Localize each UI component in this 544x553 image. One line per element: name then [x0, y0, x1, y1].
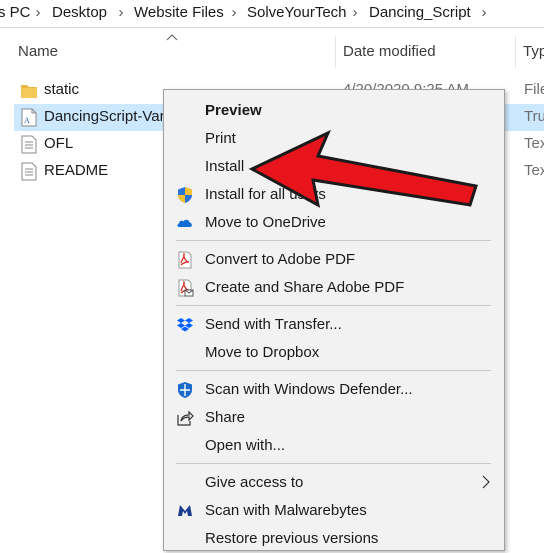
menu-item-send-with-transfer[interactable]: Send with Transfer... — [164, 311, 504, 339]
menu-item-label: Scan with Malwarebytes — [205, 502, 367, 519]
text-file-icon — [21, 135, 37, 154]
menu-item-open-with[interactable]: Open with... — [164, 432, 504, 460]
menu-item-create-share-adobe-pdf[interactable]: Create and Share Adobe PDF — [164, 274, 504, 302]
column-divider[interactable] — [335, 36, 336, 68]
file-name: README — [44, 162, 109, 179]
menu-item-move-to-dropbox[interactable]: Move to Dropbox — [164, 339, 504, 367]
breadcrumb-separator[interactable]: › — [31, 4, 45, 21]
menu-item-print[interactable]: Print — [164, 125, 504, 153]
file-name: OFL — [44, 135, 74, 152]
menu-item-label: Open with... — [205, 437, 286, 454]
malwarebytes-icon — [178, 505, 192, 516]
breadcrumb-dancing-script[interactable]: Dancing_Script — [369, 4, 471, 21]
menu-item-label: Create and Share Adobe PDF — [205, 279, 405, 296]
menu-item-install-all-users[interactable]: Install for all users — [164, 181, 504, 209]
uac-shield-icon — [178, 187, 192, 203]
breadcrumb-separator[interactable]: › — [227, 4, 241, 21]
menu-item-preview[interactable]: Preview — [164, 97, 504, 125]
menu-item-label: Restore previous versions — [205, 530, 379, 547]
breadcrumb-separator[interactable]: › — [114, 4, 128, 21]
address-bar[interactable]: s PC › Desktop › Website Files › SolveYo… — [0, 0, 544, 28]
dropbox-icon — [177, 318, 193, 332]
menu-item-label: Send with Transfer... — [205, 316, 342, 333]
windows-defender-icon — [178, 382, 192, 398]
onedrive-icon — [177, 219, 192, 227]
file-type: Tex — [524, 162, 544, 179]
share-icon — [177, 410, 194, 426]
menu-item-label: Move to Dropbox — [205, 344, 320, 361]
file-type: File — [524, 81, 544, 98]
menu-item-label: Print — [205, 130, 236, 147]
breadcrumb-solveyourtech[interactable]: SolveYourTech — [247, 4, 347, 21]
chevron-right-icon — [482, 475, 490, 489]
adobe-pdf-icon — [178, 251, 192, 269]
breadcrumb-this-pc[interactable]: s PC — [0, 4, 31, 21]
menu-item-label: Install for all users — [205, 186, 326, 203]
menu-item-label: Install — [205, 158, 245, 175]
menu-separator — [176, 370, 491, 371]
folder-icon — [21, 85, 37, 98]
menu-separator — [176, 463, 491, 464]
breadcrumb-separator[interactable]: › — [348, 4, 362, 21]
menu-item-share[interactable]: Share — [164, 404, 504, 432]
menu-item-install[interactable]: Install — [164, 153, 504, 181]
menu-item-label: Share — [205, 409, 246, 426]
menu-item-give-access-to[interactable]: Give access to — [164, 469, 504, 497]
sort-ascending-icon — [166, 34, 178, 41]
menu-item-label: Convert to Adobe PDF — [205, 251, 356, 268]
column-header-type[interactable]: Typ — [523, 43, 544, 60]
column-divider[interactable] — [515, 36, 516, 68]
breadcrumb-separator[interactable]: › — [477, 4, 491, 21]
menu-separator — [176, 240, 491, 241]
menu-item-scan-malwarebytes[interactable]: Scan with Malwarebytes — [164, 497, 504, 525]
menu-item-convert-adobe-pdf[interactable]: Convert to Adobe PDF — [164, 246, 504, 274]
menu-item-label: Move to OneDrive — [205, 214, 326, 231]
menu-item-scan-windows-defender[interactable]: Scan with Windows Defender... — [164, 376, 504, 404]
breadcrumb-website-files[interactable]: Website Files — [134, 4, 224, 21]
menu-separator — [176, 305, 491, 306]
menu-item-label: Scan with Windows Defender... — [205, 381, 413, 398]
menu-item-move-to-onedrive[interactable]: Move to OneDrive — [164, 209, 504, 237]
svg-text:A: A — [24, 116, 30, 125]
menu-item-label: Give access to — [205, 474, 304, 491]
file-type: Tex — [524, 135, 544, 152]
context-menu: Preview Print Install Install for all us… — [163, 89, 505, 551]
file-name: static — [44, 81, 80, 98]
file-name: DancingScript-Var — [44, 108, 165, 125]
menu-item-label: Preview — [205, 102, 262, 119]
text-file-icon — [21, 162, 37, 181]
breadcrumb-desktop[interactable]: Desktop — [52, 4, 107, 21]
column-header-name[interactable]: Name — [18, 43, 58, 60]
column-header-date-modified[interactable]: Date modified — [343, 43, 436, 60]
file-type: Tru — [524, 108, 544, 125]
font-file-icon: A — [21, 108, 37, 127]
menu-item-restore-previous-versions[interactable]: Restore previous versions — [164, 525, 504, 553]
adobe-pdf-share-icon — [178, 279, 194, 297]
